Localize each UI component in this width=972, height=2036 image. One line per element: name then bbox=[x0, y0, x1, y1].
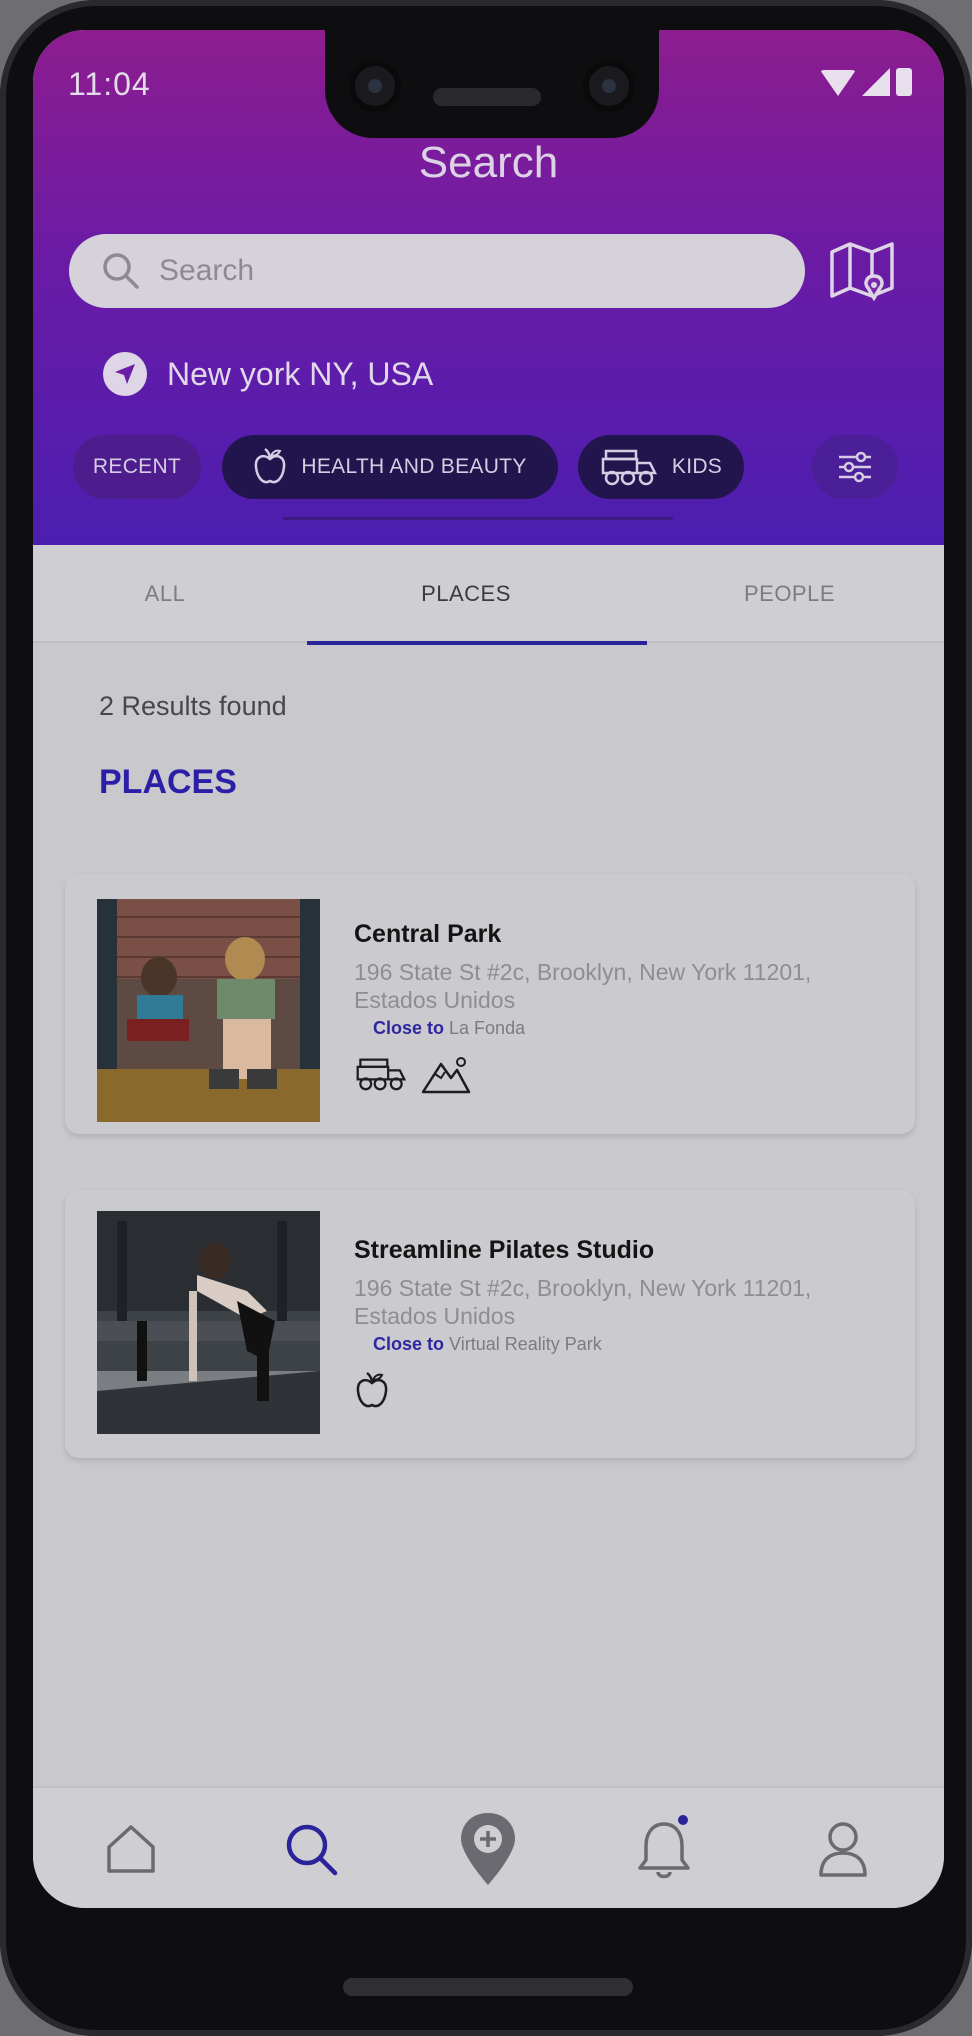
chip-health-and-beauty[interactable]: HEALTH AND BEAUTY bbox=[222, 435, 558, 499]
close-to-value: Virtual Reality Park bbox=[449, 1334, 602, 1354]
signal-icon bbox=[862, 68, 890, 96]
train-icon bbox=[601, 449, 657, 486]
place-nearby: Close to La Fonda bbox=[373, 1018, 525, 1039]
place-card[interactable]: Central Park 196 State St #2c, Brooklyn,… bbox=[65, 874, 915, 1134]
train-icon bbox=[356, 1058, 407, 1091]
tab-people[interactable]: PEOPLE bbox=[635, 545, 944, 643]
nav-add-place[interactable] bbox=[438, 1804, 538, 1894]
search-input[interactable] bbox=[159, 254, 719, 288]
apple-icon bbox=[356, 1371, 388, 1408]
map-button[interactable] bbox=[826, 236, 900, 310]
search-icon bbox=[286, 1824, 338, 1876]
tab-places[interactable]: PLACES bbox=[297, 545, 635, 643]
camera-lens bbox=[349, 60, 401, 112]
compass-icon bbox=[103, 352, 147, 396]
wifi-icon bbox=[820, 70, 856, 96]
nav-profile[interactable] bbox=[793, 1804, 893, 1894]
map-icon bbox=[830, 242, 894, 302]
close-to-label: Close to bbox=[373, 1018, 445, 1038]
add-location-icon bbox=[461, 1813, 515, 1885]
close-to-value: La Fonda bbox=[449, 1018, 526, 1038]
place-address: 196 State St #2c, Brooklyn, New York 112… bbox=[354, 1275, 812, 1329]
chip-scroll-indicator bbox=[283, 517, 673, 520]
place-photo bbox=[97, 1211, 320, 1434]
profile-icon bbox=[819, 1822, 867, 1877]
nav-search[interactable] bbox=[261, 1804, 361, 1894]
place-address: 196 State St #2c, Brooklyn, New York 112… bbox=[354, 959, 812, 1013]
search-bar[interactable] bbox=[69, 234, 805, 308]
search-icon bbox=[103, 253, 139, 289]
page-title: Search bbox=[418, 138, 559, 187]
current-location[interactable]: New york NY, USA bbox=[103, 352, 433, 396]
status-icons bbox=[820, 68, 912, 96]
place-photo bbox=[97, 899, 320, 1122]
phone-frame: 11:04 Search Search New york NY, USA REC… bbox=[0, 0, 972, 2036]
location-label: New york NY, USA bbox=[167, 355, 434, 392]
tab-all[interactable]: ALL bbox=[33, 545, 297, 643]
app-screen: 11:04 Search Search New york NY, USA REC… bbox=[33, 30, 944, 1908]
bottom-navigation bbox=[33, 1786, 944, 1908]
speaker-grill bbox=[433, 88, 541, 106]
place-category-icons bbox=[355, 1054, 471, 1094]
camera-notch bbox=[325, 30, 659, 138]
sliders-icon bbox=[839, 451, 871, 483]
battery-icon bbox=[896, 68, 912, 96]
chip-label: RECENT bbox=[92, 455, 182, 478]
chip-recent[interactable]: RECENT bbox=[73, 435, 201, 499]
place-nearby: Close to Virtual Reality Park bbox=[373, 1334, 602, 1355]
close-to-label: Close to bbox=[373, 1334, 445, 1354]
home-indicator bbox=[343, 1978, 633, 1996]
nav-home[interactable] bbox=[81, 1804, 181, 1894]
active-tab-indicator bbox=[307, 641, 647, 645]
bell-icon bbox=[638, 1815, 690, 1879]
place-name: Central Park bbox=[354, 920, 502, 948]
mountain-icon bbox=[421, 1057, 471, 1094]
result-tabs: ALL PLACES PEOPLE bbox=[33, 545, 944, 643]
nav-notifications[interactable] bbox=[614, 1804, 714, 1894]
place-category-icons bbox=[355, 1370, 389, 1412]
camera-lens bbox=[583, 60, 635, 112]
chip-label: HEALTH AND BEAUTY bbox=[301, 455, 527, 478]
chip-kids[interactable]: KIDS bbox=[578, 435, 744, 499]
apple-icon bbox=[255, 447, 286, 484]
place-name: Streamline Pilates Studio bbox=[354, 1236, 655, 1264]
home-icon bbox=[107, 1825, 155, 1873]
place-card[interactable]: Streamline Pilates Studio 196 State St #… bbox=[65, 1190, 915, 1458]
results-count: 2 Results found bbox=[99, 691, 287, 721]
status-time: 11:04 bbox=[68, 66, 151, 102]
chip-label: KIDS bbox=[671, 455, 723, 478]
section-title: PLACES bbox=[99, 763, 237, 801]
filter-button[interactable] bbox=[812, 435, 898, 499]
